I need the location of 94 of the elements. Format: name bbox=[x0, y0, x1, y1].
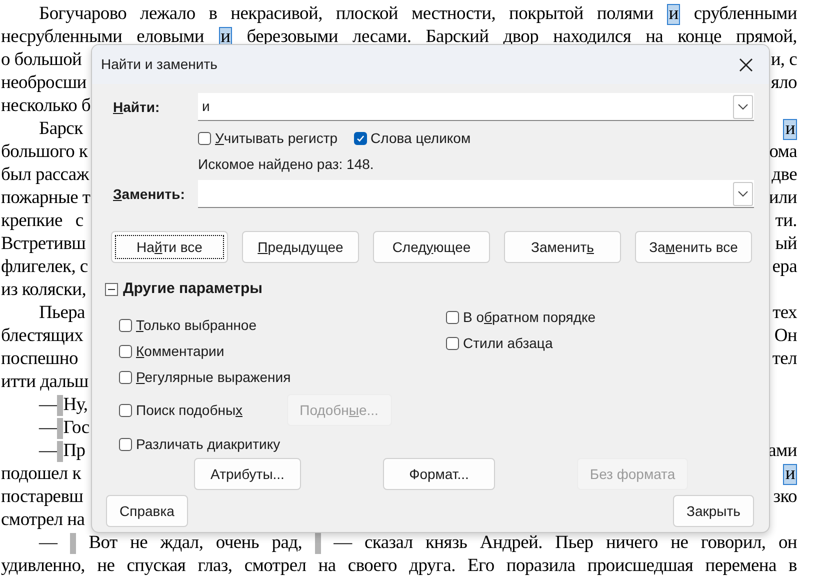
document-text: был рассаж bbox=[1, 164, 89, 187]
search-match: и bbox=[783, 119, 797, 140]
checkbox-label: Регулярные выражения bbox=[136, 368, 291, 387]
document-text: большого к bbox=[1, 141, 88, 164]
checkbox[interactable] bbox=[119, 370, 132, 384]
document-text: блестящих bbox=[1, 325, 84, 348]
field-label: Заменить: bbox=[113, 184, 186, 204]
document-text: зко bbox=[773, 486, 797, 509]
document-text: о большой bbox=[1, 49, 82, 72]
check-icon bbox=[356, 134, 365, 142]
document-text: яло bbox=[770, 72, 797, 95]
document-text: флигелек, с bbox=[1, 256, 88, 279]
collapse-toggle[interactable] bbox=[105, 282, 118, 296]
document-text: Барск bbox=[39, 118, 83, 141]
field-marker bbox=[57, 418, 64, 439]
checkbox[interactable] bbox=[119, 404, 132, 416]
document-text: Встретивш bbox=[1, 233, 86, 256]
action-button[interactable]: Следующее bbox=[373, 231, 490, 263]
document-text: удивленно, не спуская глаз, смотрел на своего друга. Его поразила происшедшая перемена в bbox=[1, 556, 797, 576]
action-button[interactable]: Заменить все bbox=[635, 231, 752, 263]
field-marker bbox=[57, 395, 64, 416]
close-icon bbox=[739, 58, 753, 72]
document-text: ами bbox=[768, 440, 797, 463]
checkbox[interactable] bbox=[198, 132, 211, 144]
checkbox-label: Различать диакритику bbox=[136, 434, 280, 454]
checkbox[interactable] bbox=[354, 132, 367, 144]
checkbox-label: Поиск подобных bbox=[136, 400, 243, 420]
document-text: — сказал князь Андрей. Пьер ничего не говорил, он bbox=[334, 533, 797, 553]
document-text: — bbox=[39, 394, 58, 417]
search-match: и bbox=[666, 4, 680, 25]
document-text: тел bbox=[772, 348, 797, 371]
document-text: — bbox=[39, 440, 58, 463]
document-text: Он bbox=[774, 325, 797, 348]
document-text: итти дальш bbox=[1, 371, 88, 394]
document-text: постаревш bbox=[1, 486, 84, 509]
checkbox-label: Слова целиком bbox=[370, 128, 471, 148]
checkbox-label: Учитывать регистр bbox=[215, 128, 338, 148]
format-button[interactable]: Формат... bbox=[383, 458, 495, 490]
section-header: Другие параметры bbox=[123, 278, 262, 299]
document-text: ома bbox=[769, 141, 797, 164]
document-text: две bbox=[772, 164, 797, 187]
dropdown-button[interactable] bbox=[733, 182, 753, 206]
checkbox-label: В обратном порядке bbox=[463, 308, 596, 327]
document-text: Богучарово лежало в некрасивой, плоской местности, покрытой полями bbox=[39, 4, 654, 24]
field-marker bbox=[314, 533, 321, 554]
document-text: несрубленными еловыми bbox=[1, 27, 204, 47]
checkbox[interactable] bbox=[446, 310, 459, 324]
document-text: срубленными bbox=[694, 4, 797, 24]
checkbox[interactable] bbox=[119, 318, 132, 332]
document-text: подошел к bbox=[1, 463, 81, 486]
document-text: крепкие с bbox=[1, 210, 84, 233]
document-text: березовыми лесами. Барский двор находился на конце прямой, bbox=[246, 27, 797, 47]
status-text: Искомое найдено раз: 148. bbox=[198, 155, 375, 172]
checkbox-label: Только выбранное bbox=[136, 316, 256, 335]
document-text: — bbox=[39, 533, 58, 553]
dropdown-button[interactable] bbox=[733, 94, 753, 118]
action-button[interactable]: Найти все bbox=[111, 231, 228, 263]
format-button[interactable]: Атрибуты... bbox=[194, 458, 301, 490]
field-marker bbox=[70, 533, 76, 554]
document-text: пожарные т bbox=[1, 187, 90, 210]
help-button[interactable]: Справка bbox=[106, 495, 188, 527]
checkbox-label: Комментарии bbox=[136, 342, 224, 361]
chevron-down-icon bbox=[738, 104, 748, 110]
document-text: тех bbox=[772, 302, 797, 325]
action-button[interactable]: Заменить bbox=[504, 231, 621, 263]
replace-field[interactable] bbox=[198, 180, 754, 208]
document-text: или bbox=[768, 187, 797, 210]
field-marker bbox=[57, 441, 64, 462]
checkbox[interactable] bbox=[446, 336, 459, 350]
window-title: Найти и заменить bbox=[101, 55, 218, 74]
checkbox[interactable] bbox=[119, 438, 132, 450]
document-text: необросши bbox=[1, 72, 86, 95]
close-dialog-button[interactable]: Закрыть bbox=[673, 495, 754, 527]
document-text: ера bbox=[772, 256, 797, 279]
document-text: — bbox=[39, 417, 58, 440]
document-text: Гос bbox=[63, 417, 90, 440]
document-text: смотрел на bbox=[1, 509, 85, 532]
document-text: Вот не ждал, очень рад, bbox=[88, 533, 302, 553]
document-text: поспешно bbox=[1, 348, 78, 371]
document-text: ти. bbox=[775, 210, 797, 233]
search-match: и bbox=[783, 464, 797, 485]
checkbox-label: Стили абзаца bbox=[463, 334, 553, 353]
chevron-down-icon bbox=[738, 190, 748, 196]
field-label: Найти: bbox=[113, 98, 161, 116]
checkbox[interactable] bbox=[119, 344, 132, 358]
action-button[interactable]: Предыдущее bbox=[242, 231, 359, 263]
document-text: Пр bbox=[63, 440, 86, 463]
document-text: несколько б bbox=[1, 95, 91, 118]
find-field[interactable]: и bbox=[198, 93, 754, 121]
document-text: и, с bbox=[770, 49, 797, 72]
document-text: ый bbox=[775, 233, 797, 256]
document-text: из коляски, bbox=[1, 279, 86, 302]
document-text: Ну, bbox=[63, 394, 88, 417]
document-text: Пьера bbox=[39, 302, 85, 325]
